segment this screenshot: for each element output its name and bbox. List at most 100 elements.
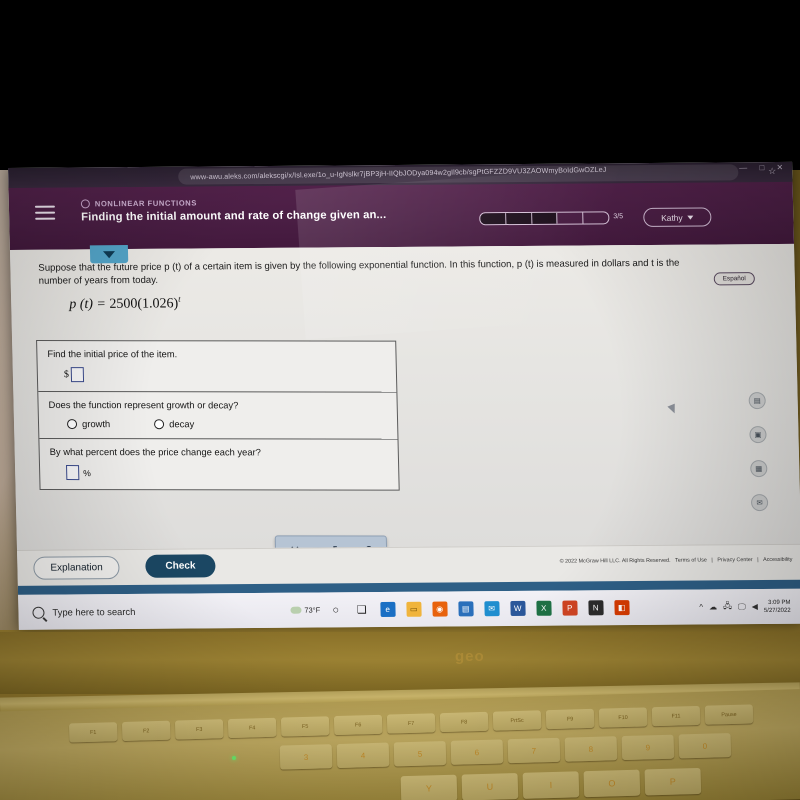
edge-icon[interactable]: e: [380, 601, 396, 618]
word-icon[interactable]: W: [510, 600, 526, 617]
espanol-button[interactable]: Español: [713, 272, 755, 286]
key-3[interactable]: 3: [279, 744, 333, 770]
excel-icon[interactable]: X: [536, 600, 552, 616]
user-menu-button[interactable]: Kathy: [643, 207, 712, 228]
volume-icon[interactable]: ◀: [752, 602, 758, 611]
clock-time: 3:09 PM: [768, 599, 791, 606]
key-8[interactable]: 8: [564, 736, 618, 762]
notebook-icon[interactable]: ▦: [750, 460, 768, 478]
radio-dot-icon: [154, 418, 165, 429]
topic-status-icon: [80, 199, 90, 209]
key-f3[interactable]: F3: [174, 719, 224, 740]
check-button[interactable]: Check: [145, 554, 216, 578]
privacy-center-link[interactable]: Privacy Center: [717, 557, 753, 563]
user-name-label: Kathy: [661, 212, 683, 223]
powerpoint-icon[interactable]: P: [562, 600, 578, 616]
search-icon: [32, 606, 45, 619]
key-f6[interactable]: F6: [333, 714, 383, 736]
key-f2[interactable]: F2: [121, 720, 171, 742]
cloud-icon: [290, 606, 302, 614]
calculator-icon[interactable]: ▤: [748, 392, 766, 410]
key-f9[interactable]: F9: [545, 708, 595, 730]
onenote-icon[interactable]: N: [588, 600, 604, 616]
laptop-screen-area: www-awu.aleks.com/alekscgi/x/Isl.exe/1o_…: [8, 161, 800, 638]
collapse-panel-button[interactable]: [89, 245, 129, 264]
problem-statement: Suppose that the future price p (t) of a…: [38, 257, 680, 287]
key-5[interactable]: 5: [393, 740, 447, 767]
microsoft-store-icon[interactable]: ▤: [458, 601, 474, 617]
screenshot-icon[interactable]: ▣: [749, 426, 767, 444]
cortana-icon[interactable]: ○: [328, 602, 343, 617]
key-f4[interactable]: F4: [227, 717, 277, 739]
key-u[interactable]: U: [461, 773, 519, 800]
firefox-icon[interactable]: ◉: [432, 601, 448, 617]
chevron-down-icon: [102, 250, 116, 258]
topic-breadcrumb: NONLINEAR FUNCTIONS: [80, 199, 197, 209]
radio-option-decay[interactable]: decay: [154, 418, 194, 429]
accessibility-link[interactable]: Accessibility: [763, 557, 793, 563]
key-4[interactable]: 4: [336, 742, 390, 769]
key-i[interactable]: I: [522, 771, 580, 799]
key-f1[interactable]: F1: [68, 722, 118, 743]
equation: p (t) = 2500(1.026)t: [69, 294, 181, 314]
chevron-down-icon: [687, 215, 694, 220]
problem-content: Suppose that the future price p (t) of a…: [9, 243, 800, 566]
question-2-text: Does the function represent growth or de…: [48, 399, 239, 411]
windows-taskbar: Type here to search 73°F ○ ❏ e ▭ ◉ ▤ ✉ W…: [18, 588, 800, 630]
key-f8[interactable]: F8: [439, 711, 489, 733]
laptop-brand-logo: geo: [455, 648, 485, 665]
key-9[interactable]: 9: [621, 734, 675, 761]
taskbar-search[interactable]: Type here to search: [32, 604, 282, 619]
battery-icon[interactable]: 🖵: [738, 602, 746, 612]
question-1-text: Find the initial price of the item.: [47, 348, 178, 360]
percent-change-entry: %: [50, 465, 388, 481]
radio-option-growth[interactable]: growth: [66, 418, 110, 429]
key-o[interactable]: O: [583, 769, 641, 798]
initial-price-entry: $: [48, 367, 386, 383]
explanation-button[interactable]: Explanation: [33, 556, 120, 580]
show-hidden-icons-icon[interactable]: ^: [699, 603, 703, 612]
mouse-cursor-icon: [667, 403, 679, 415]
network-icon[interactable]: 🖧: [723, 600, 732, 614]
progress-segment: [505, 212, 533, 225]
mail-icon[interactable]: ✉: [484, 601, 500, 617]
key-0[interactable]: 0: [678, 733, 732, 759]
office-icon[interactable]: ◧: [614, 600, 630, 616]
number-key-row: 3 4 5 6 7 8 9 0: [279, 733, 732, 770]
browser-window: www-awu.aleks.com/alekscgi/x/Isl.exe/1o_…: [8, 161, 800, 630]
hamburger-icon[interactable]: [34, 205, 56, 221]
radio-label-decay: decay: [169, 418, 195, 430]
message-icon[interactable]: ✉: [750, 494, 769, 512]
percent-sign: %: [83, 467, 91, 478]
window-controls[interactable]: — □ ✕: [739, 163, 788, 172]
growth-decay-radio-group: growth decay: [49, 418, 387, 430]
equation-base: (1.026): [137, 296, 179, 312]
progress-segment: [557, 212, 584, 224]
key-y[interactable]: Y: [400, 774, 458, 800]
key-f7[interactable]: F7: [386, 713, 436, 734]
key-f11[interactable]: F11: [651, 705, 701, 727]
key-pause[interactable]: Pause: [704, 704, 754, 725]
aleks-header: NONLINEAR FUNCTIONS Finding the initial …: [8, 181, 795, 250]
key-7[interactable]: 7: [507, 737, 561, 764]
weather-widget[interactable]: 73°F: [290, 606, 320, 615]
dollar-sign: $: [63, 369, 70, 381]
copyright-bar: © 2022 McGraw Hill LLC. All Rights Reser…: [560, 557, 796, 565]
key-prtsc[interactable]: PrtSc: [492, 710, 542, 731]
taskbar-app-icons: ○ ❏ e ▭ ◉ ▤ ✉ W X P N ◧: [328, 600, 630, 618]
key-f5[interactable]: F5: [280, 716, 330, 737]
initial-price-input[interactable]: [70, 367, 85, 383]
progress-segment: [583, 212, 608, 223]
onedrive-icon[interactable]: ☁: [709, 602, 717, 611]
key-6[interactable]: 6: [450, 739, 504, 765]
percent-change-input[interactable]: [66, 465, 80, 481]
page-title: Finding the initial amount and rate of c…: [81, 209, 387, 224]
taskbar-clock[interactable]: 3:09 PM 5/27/2022: [764, 598, 795, 614]
answer-panel: Find the initial price of the item. $ Do…: [36, 340, 400, 491]
key-p[interactable]: P: [644, 767, 702, 796]
key-f10[interactable]: F10: [598, 707, 648, 728]
task-view-icon[interactable]: ❏: [354, 602, 369, 617]
file-explorer-icon[interactable]: ▭: [406, 601, 422, 617]
terms-of-use-link[interactable]: Terms of Use: [675, 557, 707, 563]
weather-temperature: 73°F: [304, 605, 321, 615]
